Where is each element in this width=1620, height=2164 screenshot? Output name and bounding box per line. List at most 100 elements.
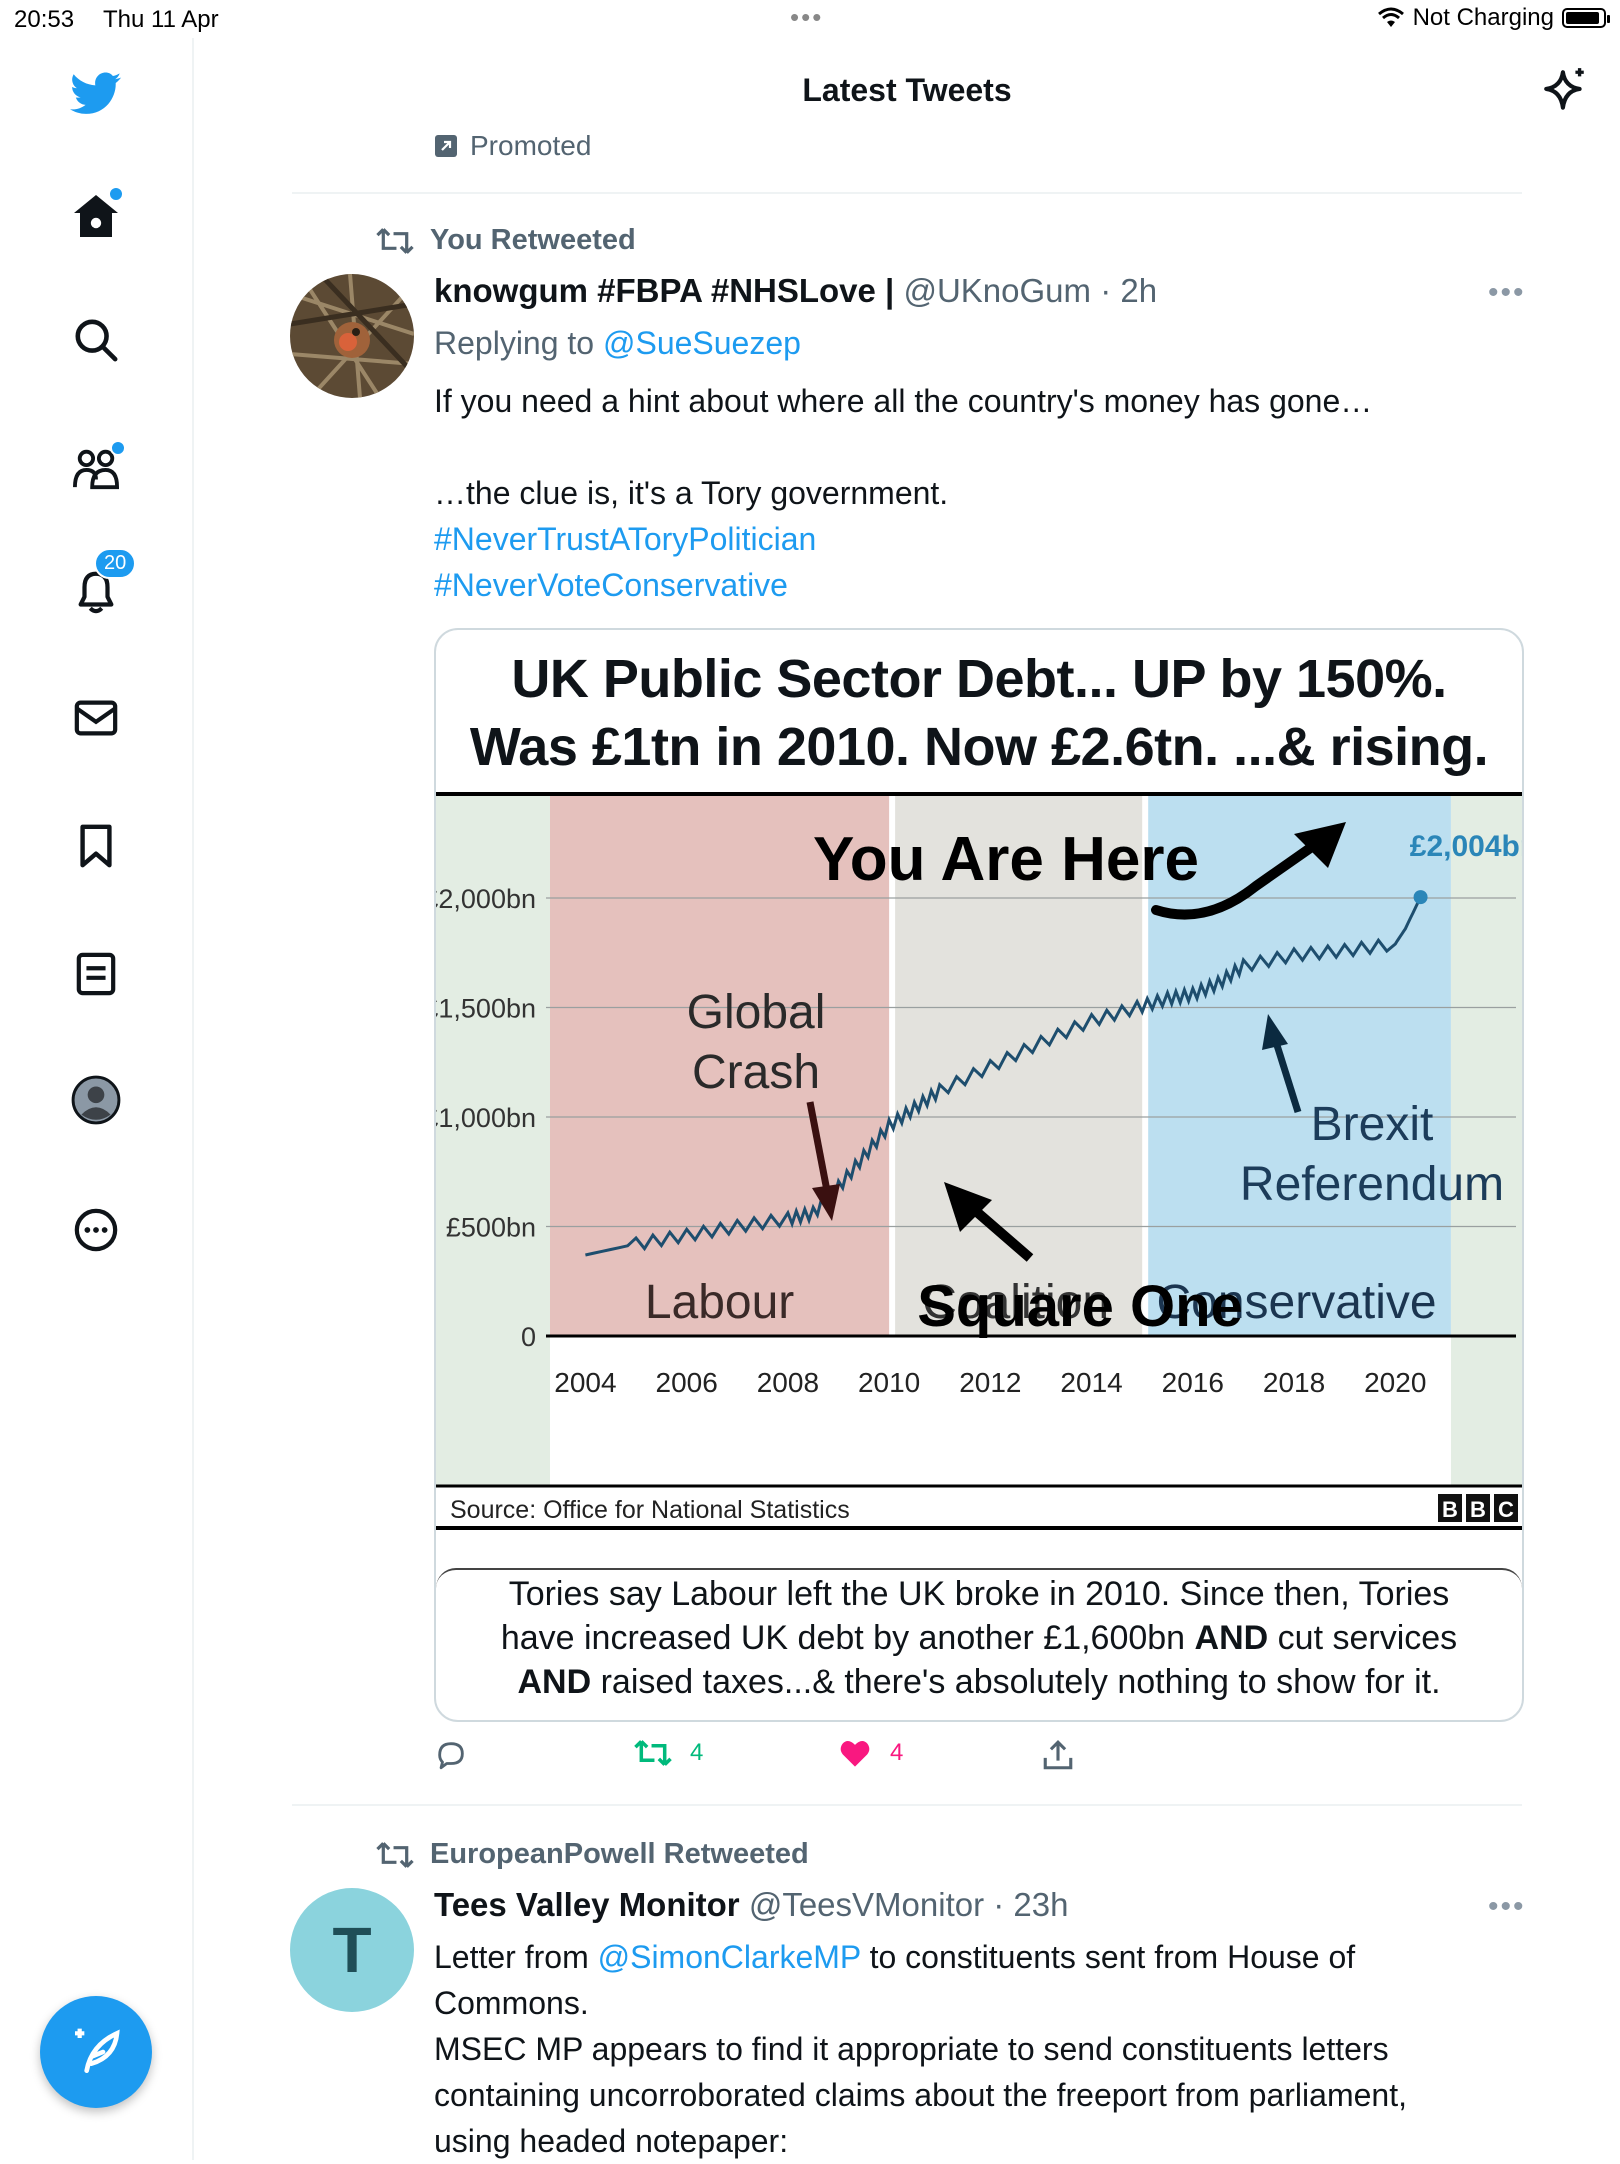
author-avatar[interactable]: T (290, 1888, 414, 2012)
tweet-text-line: Letter from @SimonClarkeMP to constituen… (434, 1934, 1355, 1980)
square-one-label: Square One (917, 1274, 1243, 1339)
hashtag-link[interactable]: #NeverVoteConservative (434, 562, 788, 608)
caption-bold: AND (1194, 1619, 1269, 1657)
retweet-context: You Retweeted (376, 224, 636, 257)
status-bar: 20:53 Thu 11 Apr ••• Not Charging (0, 0, 1620, 38)
replying-mention-link[interactable]: @SueSuezep (603, 325, 801, 361)
image-caption: Tories say Labour left the UK broke in 2… (436, 1568, 1522, 1718)
tweet-author-line: knowgum #FBPA #NHSLove | @UKnoGum · 2h (434, 272, 1157, 310)
lists-icon[interactable] (70, 948, 122, 1000)
timeline-header: Latest Tweets (194, 38, 1620, 142)
retweet-icon (634, 1740, 672, 1766)
x-tick-label: 2016 (1162, 1367, 1224, 1398)
caption-line: have increased UK debt by another £1,600… (436, 1616, 1522, 1660)
heart-icon (840, 1741, 870, 1767)
retweet-context-label: EuropeanPowell Retweeted (430, 1838, 809, 1870)
tweet-time[interactable]: · 2h (1100, 272, 1157, 309)
bbc-logo: B B C (1438, 1494, 1518, 1522)
svg-text:C: C (1498, 1497, 1514, 1522)
y-tick-label: £500bn (446, 1213, 536, 1243)
caption-line: AND raised taxes...& there's absolutely … (436, 1660, 1522, 1704)
retweet-button[interactable]: 4 (634, 1738, 703, 1768)
y-tick-label: £1,000bn (436, 1103, 536, 1133)
x-tick-label: 2020 (1364, 1367, 1426, 1398)
you-are-here-label: You Are Here (813, 825, 1199, 894)
tweet-image[interactable]: UK Public Sector Debt... UP by 150%. Was… (434, 628, 1524, 1722)
messages-icon[interactable] (70, 692, 122, 744)
promoted-text: Promoted (470, 130, 592, 161)
tweet-text-line: MSEC MP appears to find it appropriate t… (434, 2031, 1389, 2067)
x-tick-label: 2004 (554, 1367, 616, 1398)
brexit-label: Brexit (1311, 1098, 1434, 1151)
twitter-logo-icon[interactable] (70, 68, 122, 120)
x-tick-label: 2012 (959, 1367, 1021, 1398)
share-button[interactable] (1042, 1738, 1074, 1772)
multitask-dots[interactable]: ••• (790, 2, 823, 33)
more-options-icon[interactable] (70, 1204, 122, 1256)
caption-line: Tories say Labour left the UK broke in 2… (508, 1575, 1450, 1613)
avatar-letter: T (332, 1914, 372, 1986)
status-right: Not Charging (1377, 4, 1610, 32)
promoted-label: Promoted (434, 130, 591, 162)
tweet-divider (292, 192, 1522, 194)
mention-link[interactable]: @SimonClarkeMP (598, 1939, 861, 1975)
compose-tweet-button[interactable] (40, 1996, 152, 2108)
status-time: 20:53 (14, 6, 75, 33)
search-icon[interactable] (70, 314, 122, 366)
y-tick-label: £2,000bn (436, 884, 536, 914)
chart-svg: 0 £500bn £1,000bn £1,500bn £2,000bn 2004 2006… (436, 796, 1522, 1524)
communities-badge (110, 440, 126, 456)
tweet-divider (292, 1804, 1522, 1806)
communities-icon[interactable] (70, 440, 126, 494)
hashtag-link[interactable]: #NeverTrustAToryPolitician (434, 516, 816, 562)
end-value-label: £2,004bn (1410, 830, 1522, 863)
retweet-context-label: You Retweeted (430, 224, 636, 256)
retweet-count: 4 (690, 1739, 704, 1766)
sparkle-icon[interactable] (1540, 66, 1590, 121)
tweet-author-line: Tees Valley Monitor @TeesVMonitor · 23h (434, 1886, 1068, 1924)
like-count: 4 (890, 1739, 904, 1766)
author-avatar[interactable] (290, 274, 414, 398)
replying-to-line: Replying to @SueSuezep (434, 320, 801, 366)
tweet-time[interactable]: · 23h (993, 1886, 1068, 1923)
tweet-more-icon[interactable]: ••• (1488, 1890, 1526, 1924)
compose-feather-icon (75, 2028, 120, 2073)
image-title-line: Was £1tn in 2010. Now £2.6tn. ...& risin… (469, 717, 1489, 777)
tweet-more-icon[interactable]: ••• (1488, 276, 1526, 310)
retweet-context: EuropeanPowell Retweeted (376, 1838, 809, 1871)
author-handle[interactable]: @UKnoGum (903, 272, 1091, 309)
notifications-count-badge: 20 (94, 548, 137, 579)
x-tick-label: 2014 (1060, 1367, 1122, 1398)
image-title-line: UK Public Sector Debt... UP by 150%. (511, 649, 1447, 709)
referendum-label: Referendum (1240, 1158, 1504, 1211)
x-tick-label: 2006 (656, 1367, 718, 1398)
sidebar: 20 (0, 38, 194, 2160)
home-icon[interactable] (70, 186, 124, 242)
svg-text:B: B (1442, 1497, 1458, 1522)
author-name[interactable]: Tees Valley Monitor (434, 1886, 740, 1923)
profile-avatar-icon[interactable] (70, 1074, 122, 1126)
tweet-actions: 4 4 (434, 1738, 1434, 1778)
y-tick-label: 0 (521, 1322, 536, 1352)
like-button[interactable]: 4 (838, 1738, 903, 1768)
tweet-text-line: containing uncorroborated claims about t… (434, 2077, 1407, 2113)
wifi-icon (1377, 7, 1404, 27)
charging-status: Not Charging (1412, 4, 1554, 31)
global-crash-label: Crash (692, 1046, 820, 1099)
replying-prefix: Replying to (434, 325, 595, 361)
author-name[interactable]: knowgum #FBPA #NHSLove | (434, 272, 894, 309)
tweet-text-line: …the clue is, it's a Tory government. (434, 475, 949, 511)
bookmark-icon[interactable] (70, 820, 122, 872)
x-tick-label: 2008 (757, 1367, 819, 1398)
x-tick-label: 2018 (1263, 1367, 1325, 1398)
global-crash-label: Global (687, 986, 826, 1039)
tweet-text-line: Commons. (434, 1985, 589, 2021)
debt-chart: 0 £500bn £1,000bn £1,500bn £2,000bn 2004 2006… (436, 792, 1522, 1530)
tweet-text-line: using headed notepaper: (434, 2123, 789, 2159)
reply-button[interactable] (434, 1738, 468, 1772)
home-badge (108, 186, 124, 202)
author-handle[interactable]: @TeesVMonitor (749, 1886, 984, 1923)
reply-icon (438, 1742, 464, 1770)
battery-icon (1562, 8, 1610, 28)
notifications-bell-icon[interactable]: 20 (70, 548, 137, 618)
